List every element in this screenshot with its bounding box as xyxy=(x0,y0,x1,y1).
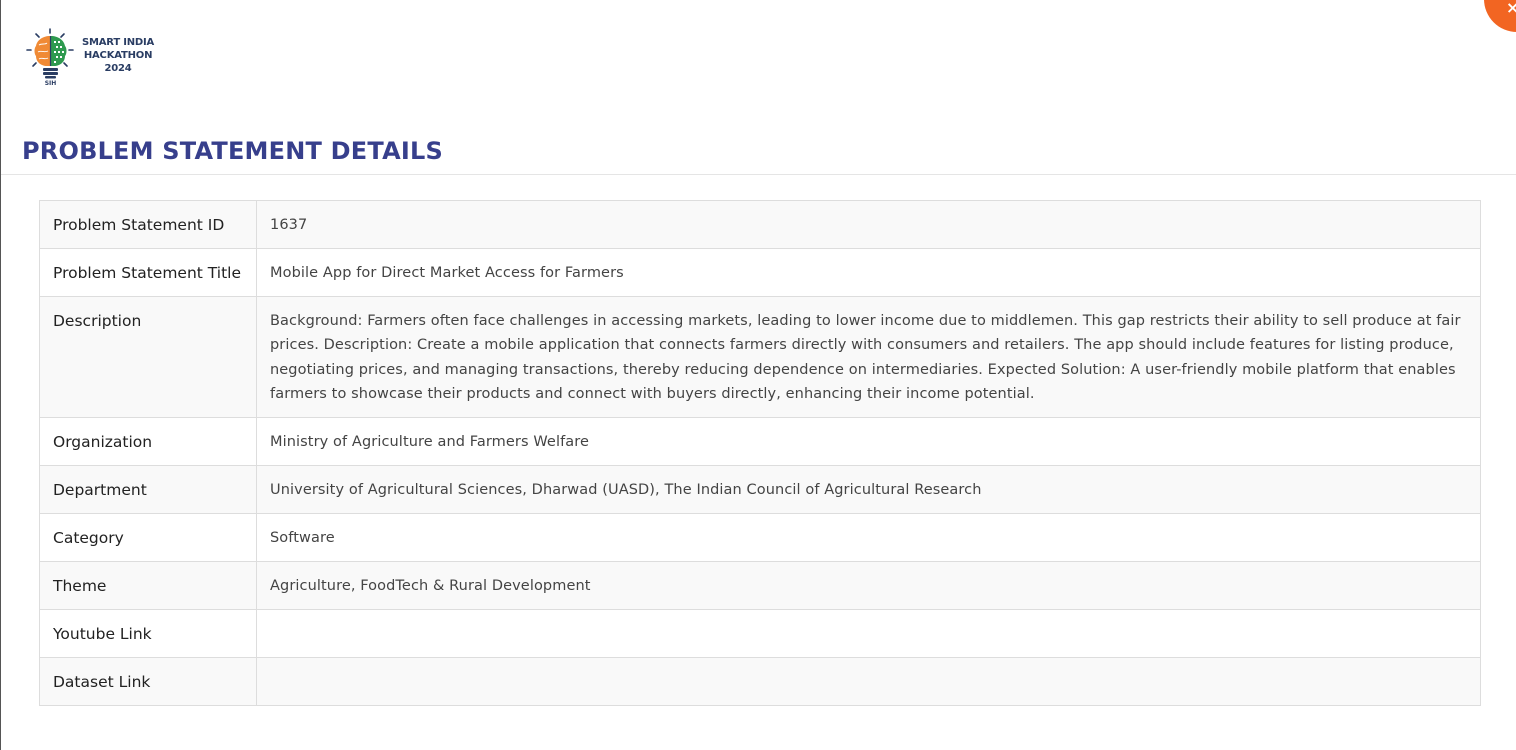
close-icon: × xyxy=(1506,0,1516,17)
row-label: Description xyxy=(39,295,257,419)
row-label: Department xyxy=(39,465,257,515)
problem-statement-title: Mobile App for Direct Market Access for … xyxy=(256,248,1481,297)
theme-value: Agriculture, FoodTech & Rural Developmen… xyxy=(256,561,1481,611)
table-row-description: Description Background: Farmers often fa… xyxy=(39,295,1481,419)
header-divider xyxy=(1,174,1516,175)
department-value: University of Agricultural Sciences, Dha… xyxy=(256,465,1481,515)
logo-text: SMART INDIA HACKATHON 2024 xyxy=(82,36,154,75)
details-table: Problem Statement ID 1637 Problem Statem… xyxy=(39,200,1481,707)
table-row-category: Category Software xyxy=(39,513,1481,563)
svg-text:SIH: SIH xyxy=(45,80,57,86)
logo-line-1: SMART INDIA xyxy=(82,36,155,48)
organization-value: Ministry of Agriculture and Farmers Welf… xyxy=(256,417,1481,467)
sih-logo: SIH SMART INDIA HACKATHON 2024 xyxy=(25,28,154,86)
logo-line-2: HACKATHON xyxy=(83,49,153,61)
table-row-youtube-link: Youtube Link xyxy=(39,609,1481,659)
youtube-link-value[interactable] xyxy=(256,609,1481,659)
row-label: Problem Statement ID xyxy=(39,200,257,249)
table-row-department: Department University of Agricultural Sc… xyxy=(39,465,1481,515)
problem-statement-modal: × SIH SMART INDIA HACKATHON 2024 PROBLEM… xyxy=(0,0,1516,750)
row-label: Dataset Link xyxy=(39,657,257,707)
row-label: Theme xyxy=(39,561,257,611)
table-row-theme: Theme Agriculture, FoodTech & Rural Deve… xyxy=(39,561,1481,611)
category-value: Software xyxy=(256,513,1481,563)
row-label: Problem Statement Title xyxy=(39,248,257,297)
row-label: Youtube Link xyxy=(39,609,257,659)
page-title: PROBLEM STATEMENT DETAILS xyxy=(22,137,443,165)
table-row-organization: Organization Ministry of Agriculture and… xyxy=(39,417,1481,467)
dataset-link-value[interactable] xyxy=(256,657,1481,707)
table-row-id: Problem Statement ID 1637 xyxy=(39,200,1481,249)
table-row-title: Problem Statement Title Mobile App for D… xyxy=(39,248,1481,297)
close-button[interactable]: × xyxy=(1484,0,1516,32)
problem-statement-id: 1637 xyxy=(256,200,1481,249)
problem-description: Background: Farmers often face challenge… xyxy=(256,295,1481,419)
row-label: Organization xyxy=(39,417,257,467)
table-row-dataset-link: Dataset Link xyxy=(39,657,1481,707)
row-label: Category xyxy=(39,513,257,563)
bulb-brain-icon: SIH xyxy=(26,28,74,86)
logo-line-3: 2024 xyxy=(104,62,132,74)
